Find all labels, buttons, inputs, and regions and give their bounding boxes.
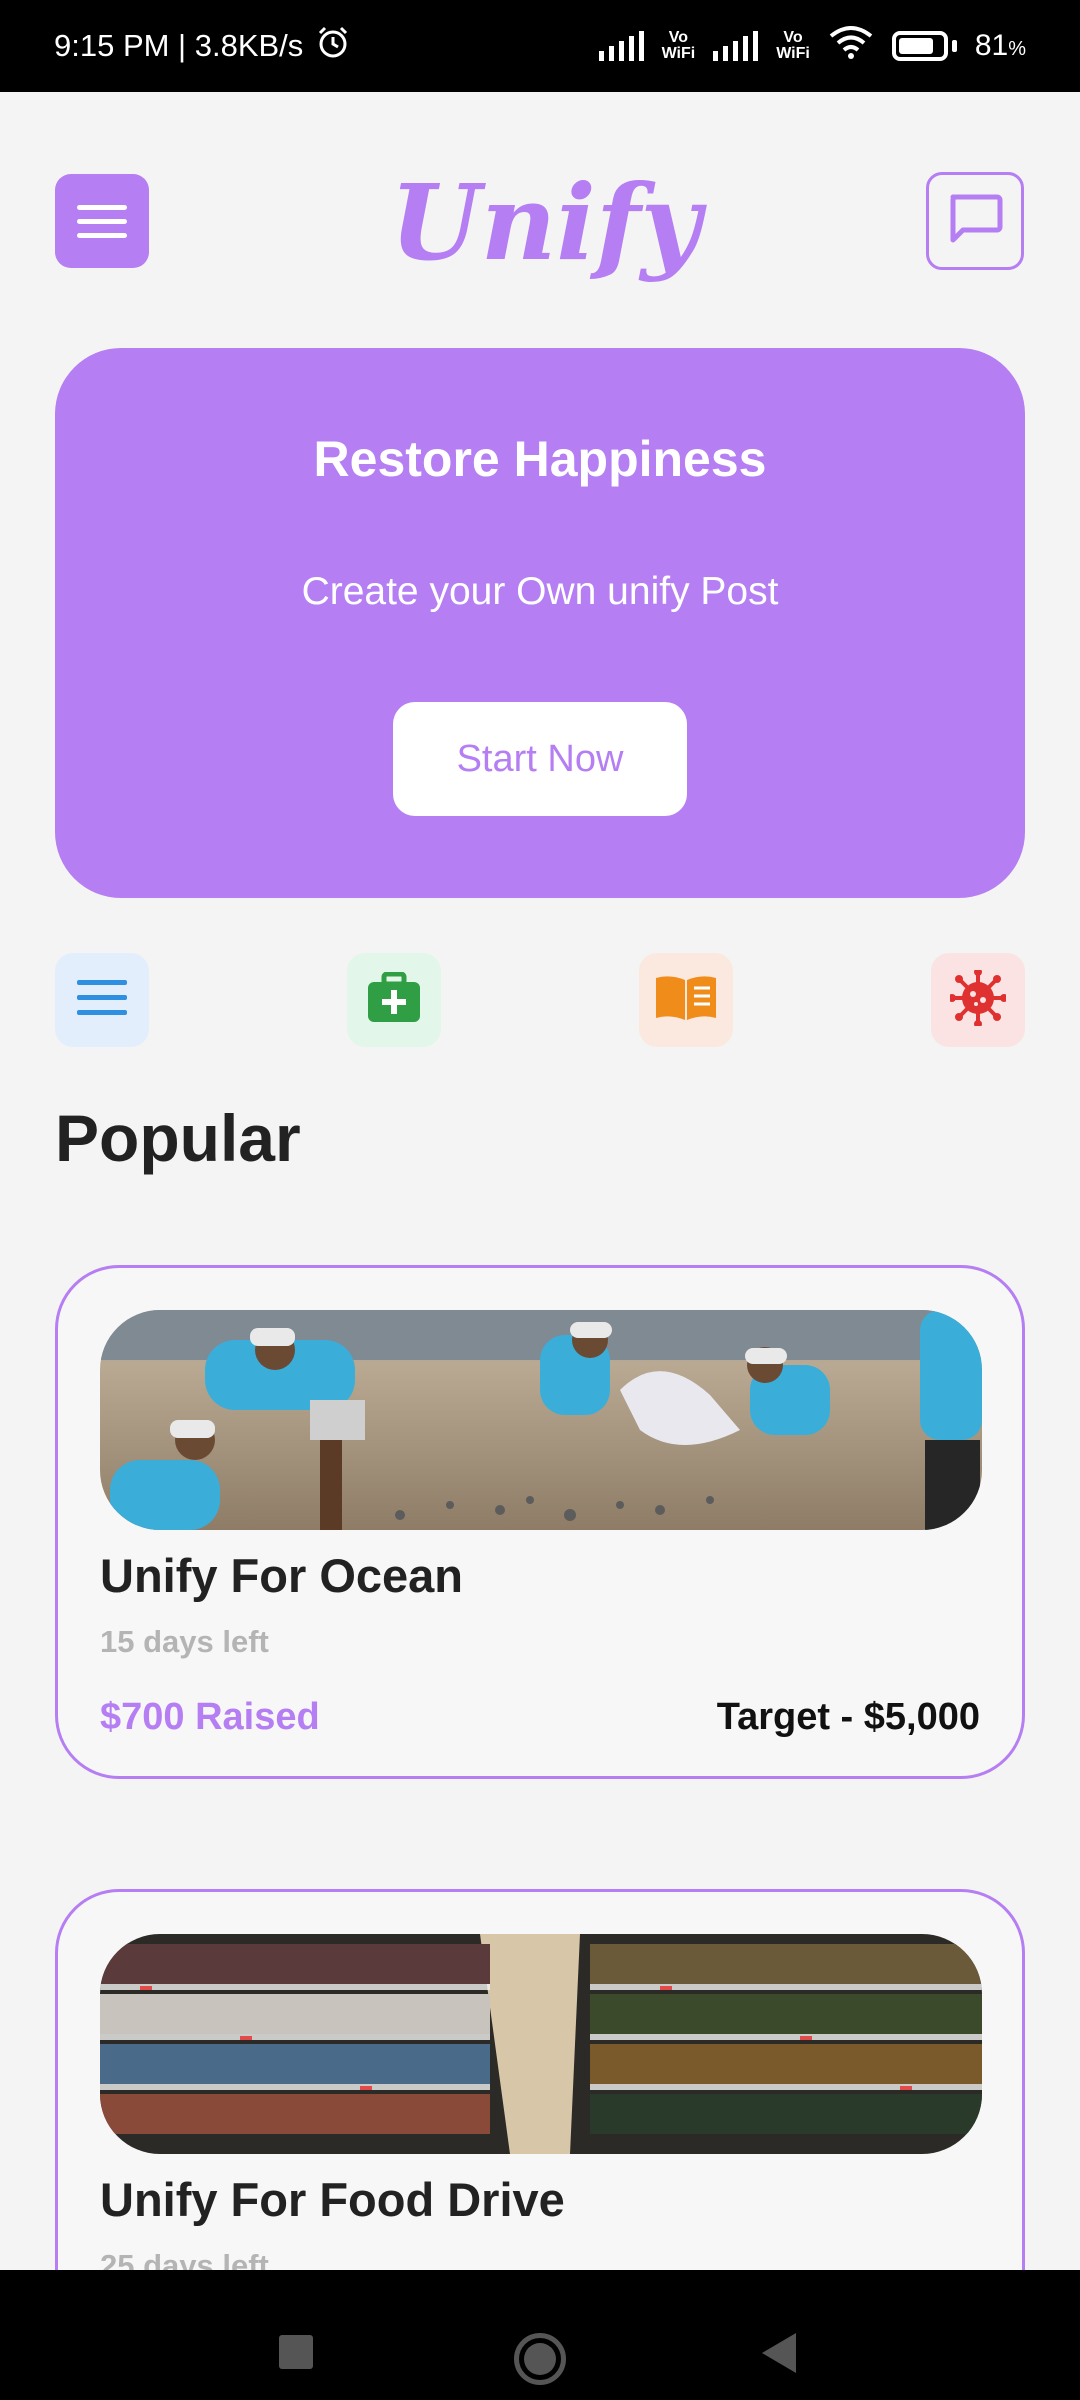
back-icon[interactable] [762,2333,796,2373]
list-icon [77,978,127,1023]
battery-unit: % [1008,38,1026,60]
card-title: Unify For Ocean [100,1549,464,1602]
status-right: Vo WiFi Vo WiFi 81% [598,24,1026,68]
card-raised: $700 Raised [100,1696,320,1738]
signal-icon-2 [713,31,759,61]
chat-bubble-icon [947,193,1003,250]
home-icon[interactable] [514,2333,566,2385]
start-now-button[interactable]: Start Now [393,702,687,816]
menu-button[interactable] [55,174,149,268]
battery-icon [891,31,957,61]
app-logo: Unify [390,161,701,284]
recent-apps-icon[interactable] [279,2335,313,2369]
supermarket-aisle-photo [100,1934,982,2154]
campaign-card-ocean[interactable]: Unify For Ocean 15 days left $700 Raised… [55,1265,1025,1779]
hero-card: Restore Happiness Create your Own unify … [55,348,1025,898]
status-left: 9:15 PM | 3.8KB/s [54,24,351,68]
open-book-icon [654,974,718,1027]
card-days-left: 15 days left [100,1624,269,1659]
card-target: Target - $5,000 [716,1696,980,1738]
beach-cleanup-photo [100,1310,982,1530]
vowifi-label-2: Vo WiFi [776,29,810,62]
medical-kit-icon [366,971,422,1029]
popular-heading: Popular [55,1101,301,1175]
status-time-speed: 9:15 PM | 3.8KB/s [54,28,304,63]
category-virus-button[interactable] [931,953,1025,1047]
alarm-clock-icon [315,24,351,68]
category-education-button[interactable] [639,953,733,1047]
category-medical-button[interactable] [347,953,441,1047]
system-nav-bar [0,2270,1080,2400]
chat-button[interactable] [926,172,1024,270]
category-list-button[interactable] [55,953,149,1047]
virus-icon [948,967,1008,1031]
status-bar: 9:15 PM | 3.8KB/s Vo WiFi Vo WiFi 81% [0,0,1080,92]
hamburger-menu-icon [77,204,127,210]
wifi-icon [828,24,874,68]
vowifi-label: Vo WiFi [661,29,696,62]
signal-icon [598,31,644,61]
battery-percent: 81 [974,29,1009,62]
card-title: Unify For Food Drive [100,2173,565,2226]
hero-title: Restore Happiness [313,431,767,487]
hero-subtitle: Create your Own unify Post [301,570,779,613]
